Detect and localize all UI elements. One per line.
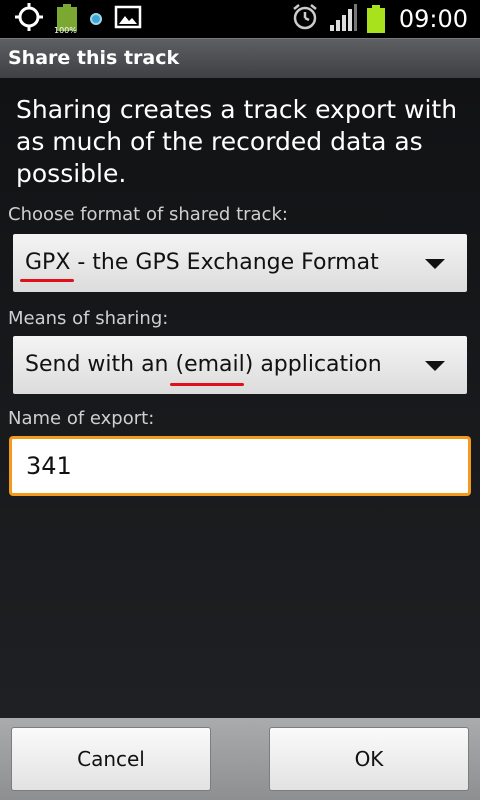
signal-icon — [329, 3, 357, 35]
means-label: Means of sharing: — [8, 308, 169, 329]
format-spinner[interactable]: GPX - the GPS Exchange Format — [13, 234, 467, 292]
battery-percent-label: 100% — [54, 26, 77, 35]
format-spinner-value: GPX - the GPS Exchange Format — [25, 250, 379, 275]
battery-full-icon: 100% — [54, 4, 78, 35]
chevron-down-icon — [425, 361, 445, 371]
dialog-title-bar: Share this track — [0, 38, 480, 78]
dialog-content: Sharing creates a track export with as m… — [0, 78, 480, 718]
means-spinner-value: Send with an (email) application — [25, 352, 382, 377]
email-underline-annotation — [170, 383, 244, 386]
gps-icon — [14, 2, 44, 36]
export-name-input[interactable] — [9, 436, 471, 496]
status-left-icons: 100% — [14, 2, 142, 36]
image-icon — [114, 5, 142, 33]
intro-text: Sharing creates a track export with as m… — [16, 95, 458, 188]
alarm-icon — [291, 3, 319, 35]
format-label: Choose format of shared track: — [8, 204, 288, 225]
ok-button[interactable]: OK — [269, 727, 469, 791]
battery-icon — [366, 5, 385, 33]
notification-dot-icon — [90, 13, 102, 25]
clock-time: 09:00 — [398, 5, 468, 33]
dialog-title: Share this track — [8, 47, 180, 69]
name-label: Name of export: — [8, 408, 155, 429]
cancel-button[interactable]: Cancel — [11, 727, 211, 791]
chevron-down-icon — [425, 259, 445, 269]
status-bar: 100% 09:00 — [0, 0, 480, 38]
button-bar: Cancel OK — [0, 718, 480, 800]
status-right-icons: 09:00 — [291, 4, 468, 34]
gpx-underline-annotation — [20, 279, 74, 282]
